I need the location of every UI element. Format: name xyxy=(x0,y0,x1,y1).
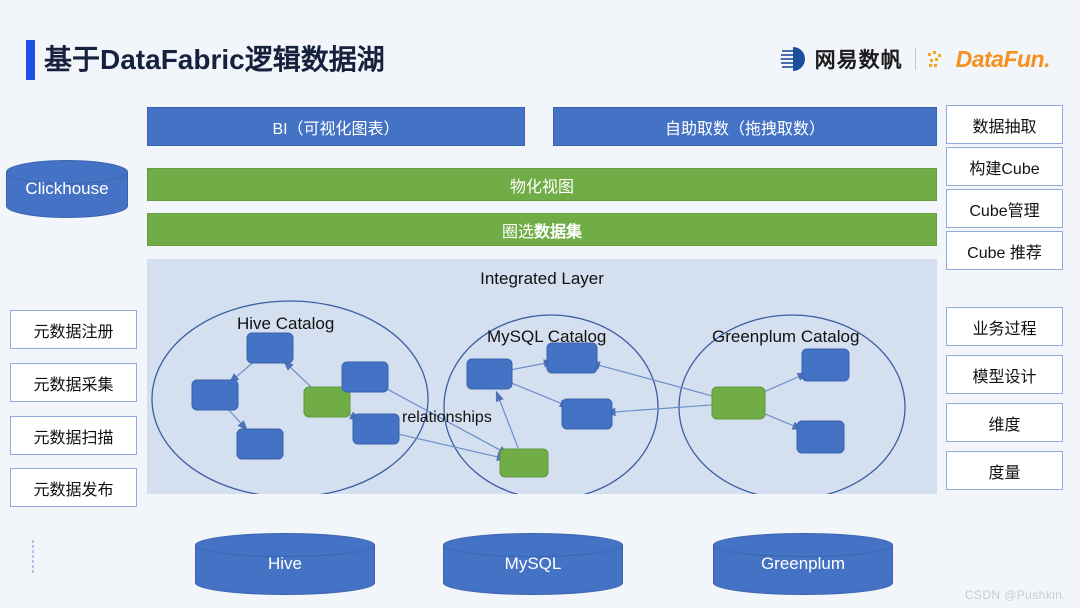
catalog-label-hive: Hive Catalog xyxy=(237,314,335,333)
logo-group: 网易数帆 DataFun. xyxy=(780,42,1051,76)
netease-wordmark: 网易数帆 xyxy=(814,49,903,72)
cylinder-hive-label: Hive xyxy=(267,554,302,573)
bar-dataset-selection-label-bold: 数据集 xyxy=(534,223,583,241)
box-metadata-collect[interactable]: 元数据采集 xyxy=(10,363,137,402)
bar-materialized-view-label: 物化视图 xyxy=(509,178,574,196)
catalog-node[interactable] xyxy=(191,379,239,411)
bar-bi-label: BI（可视化图表） xyxy=(272,120,400,138)
bar-self-service-query-label: 自助取数（拖拽取数） xyxy=(664,120,825,138)
slide-canvas: 基于DataFabric逻辑数据湖 网易数帆 DataFun. BI（可视化图表… xyxy=(0,0,1080,608)
catalog-node[interactable] xyxy=(352,413,400,445)
box-metadata-publish-label: 元数据发布 xyxy=(33,481,114,499)
cylinder-clickhouse-label: Clickhouse xyxy=(25,179,109,198)
integrated-layer-panel: Integrated Layer relationships Hive Cata… xyxy=(147,259,937,494)
box-measure-label: 度量 xyxy=(988,464,1021,482)
catalog-node[interactable] xyxy=(546,342,598,374)
bar-self-service-query[interactable]: 自助取数（拖拽取数） xyxy=(553,107,937,146)
box-model-design[interactable]: 模型设计 xyxy=(946,355,1063,394)
box-cube-recommendation[interactable]: Cube 推荐 xyxy=(946,231,1063,270)
catalog-node[interactable] xyxy=(561,398,613,430)
bar-dataset-selection-label-plain: 圈选 xyxy=(501,223,534,241)
box-cube-management[interactable]: Cube管理 xyxy=(946,189,1063,228)
box-cube-management-label: Cube管理 xyxy=(969,202,1040,220)
catalog-node[interactable] xyxy=(499,448,549,478)
relationships-label: relationships xyxy=(402,409,492,426)
box-metadata-register[interactable]: 元数据注册 xyxy=(10,310,137,349)
cylinder-mysql-label: MySQL xyxy=(504,554,562,573)
catalog-node[interactable] xyxy=(236,428,284,460)
datafun-dots-icon xyxy=(927,49,947,69)
box-metadata-scan[interactable]: 元数据扫描 xyxy=(10,416,137,455)
cylinder-mysql[interactable]: MySQL xyxy=(443,533,623,595)
title-accent-bar xyxy=(26,40,35,80)
box-data-extraction[interactable]: 数据抽取 xyxy=(946,105,1063,144)
box-metadata-scan-label: 元数据扫描 xyxy=(33,429,114,447)
catalog-node[interactable] xyxy=(246,332,294,364)
box-metadata-collect-label: 元数据采集 xyxy=(33,376,114,394)
cylinder-clickhouse[interactable]: Clickhouse xyxy=(6,160,128,218)
catalog-graph xyxy=(151,300,906,494)
catalog-node[interactable] xyxy=(341,361,389,393)
box-dimension-label: 维度 xyxy=(988,416,1021,434)
box-business-process[interactable]: 业务过程 xyxy=(946,307,1063,346)
left-edge-tick xyxy=(32,540,34,574)
bar-materialized-view[interactable]: 物化视图 xyxy=(147,168,937,201)
box-data-extraction-label: 数据抽取 xyxy=(972,118,1037,136)
watermark: CSDN @Pushkin. xyxy=(964,588,1066,602)
catalog-label-mysql: MySQL Catalog xyxy=(487,327,607,346)
cylinder-greenplum[interactable]: Greenplum xyxy=(713,533,893,595)
box-measure[interactable]: 度量 xyxy=(946,451,1063,490)
catalog-node[interactable] xyxy=(801,348,850,382)
catalog-label-greenplum: Greenplum Catalog xyxy=(712,327,860,346)
box-metadata-register-label: 元数据注册 xyxy=(33,323,114,341)
logo-separator xyxy=(914,48,916,70)
box-model-design-label: 模型设计 xyxy=(972,368,1037,386)
datafun-wordmark: DataFun. xyxy=(955,45,1051,72)
catalog-node[interactable] xyxy=(796,420,845,454)
box-business-process-label: 业务过程 xyxy=(972,320,1037,338)
page-title: 基于DataFabric逻辑数据湖 xyxy=(44,44,385,75)
box-build-cube-label: 构建Cube xyxy=(969,160,1040,178)
netease-logo-icon xyxy=(780,46,806,72)
box-build-cube[interactable]: 构建Cube xyxy=(946,147,1063,186)
box-metadata-publish[interactable]: 元数据发布 xyxy=(10,468,137,507)
cylinder-hive[interactable]: Hive xyxy=(195,533,375,595)
box-dimension[interactable]: 维度 xyxy=(946,403,1063,442)
catalog-node[interactable] xyxy=(303,386,351,418)
catalog-node[interactable] xyxy=(711,386,766,420)
bar-dataset-selection[interactable]: 圈选 数据集 xyxy=(147,213,937,246)
bar-bi[interactable]: BI（可视化图表） xyxy=(147,107,525,146)
catalog-node[interactable] xyxy=(466,358,513,390)
box-cube-recommendation-label: Cube 推荐 xyxy=(967,244,1042,262)
cylinder-greenplum-label: Greenplum xyxy=(760,554,846,573)
